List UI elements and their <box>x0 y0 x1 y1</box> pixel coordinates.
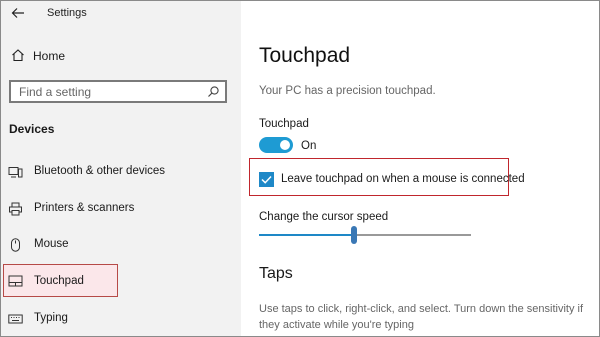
printer-icon <box>9 202 22 216</box>
taps-section-title: Taps <box>259 265 293 282</box>
sidebar-item-printers[interactable]: Printers & scanners <box>3 196 231 222</box>
page-title: Touchpad <box>259 44 351 67</box>
sidebar-item-label: Bluetooth & other devices <box>34 165 166 177</box>
keyboard-icon <box>8 314 23 324</box>
bluetooth-icon <box>8 167 23 178</box>
taps-description: Use taps to click, right-click, and sele… <box>259 303 584 331</box>
home-label: Home <box>33 49 66 63</box>
search-box[interactable] <box>9 80 227 103</box>
sidebar-item-home[interactable]: Home <box>7 45 227 67</box>
search-icon[interactable] <box>207 85 220 98</box>
sidebar-item-label: Mouse <box>34 238 69 250</box>
section-title-devices: Devices <box>9 122 55 136</box>
precision-status-text: Your PC has a precision touchpad. <box>259 85 436 97</box>
app-title: Settings <box>47 7 87 19</box>
search-input[interactable] <box>11 82 209 101</box>
sidebar: Settings Home Devices Bluetooth & other … <box>1 1 241 336</box>
back-arrow-icon[interactable] <box>10 5 26 21</box>
touchpad-toggle[interactable] <box>259 137 293 153</box>
sidebar-item-label: Touchpad <box>34 275 84 287</box>
main-content: Touchpad Your PC has a precision touchpa… <box>241 1 599 336</box>
slider-fill <box>259 234 354 236</box>
sidebar-item-typing[interactable]: Typing <box>3 306 231 332</box>
home-icon <box>12 49 24 62</box>
touchpad-toggle-label: Touchpad <box>259 118 309 130</box>
leave-touchpad-on-checkbox[interactable] <box>259 172 274 187</box>
cursor-speed-label: Change the cursor speed <box>259 211 389 223</box>
slider-thumb[interactable] <box>351 226 357 244</box>
settings-window: Settings Home Devices Bluetooth & other … <box>0 0 600 337</box>
cursor-speed-slider[interactable] <box>259 225 471 245</box>
sidebar-item-mouse[interactable]: Mouse <box>3 232 231 258</box>
toggle-knob <box>280 140 290 150</box>
toggle-state-text: On <box>301 140 317 152</box>
sidebar-item-bluetooth[interactable]: Bluetooth & other devices <box>3 159 231 185</box>
leave-touchpad-on-label: Leave touchpad on when a mouse is connec… <box>281 173 525 185</box>
sidebar-item-label: Printers & scanners <box>34 202 135 214</box>
mouse-icon <box>11 238 20 252</box>
touchpad-icon <box>8 275 23 287</box>
sidebar-item-touchpad[interactable]: Touchpad <box>3 264 118 297</box>
sidebar-item-label: Typing <box>34 312 68 324</box>
